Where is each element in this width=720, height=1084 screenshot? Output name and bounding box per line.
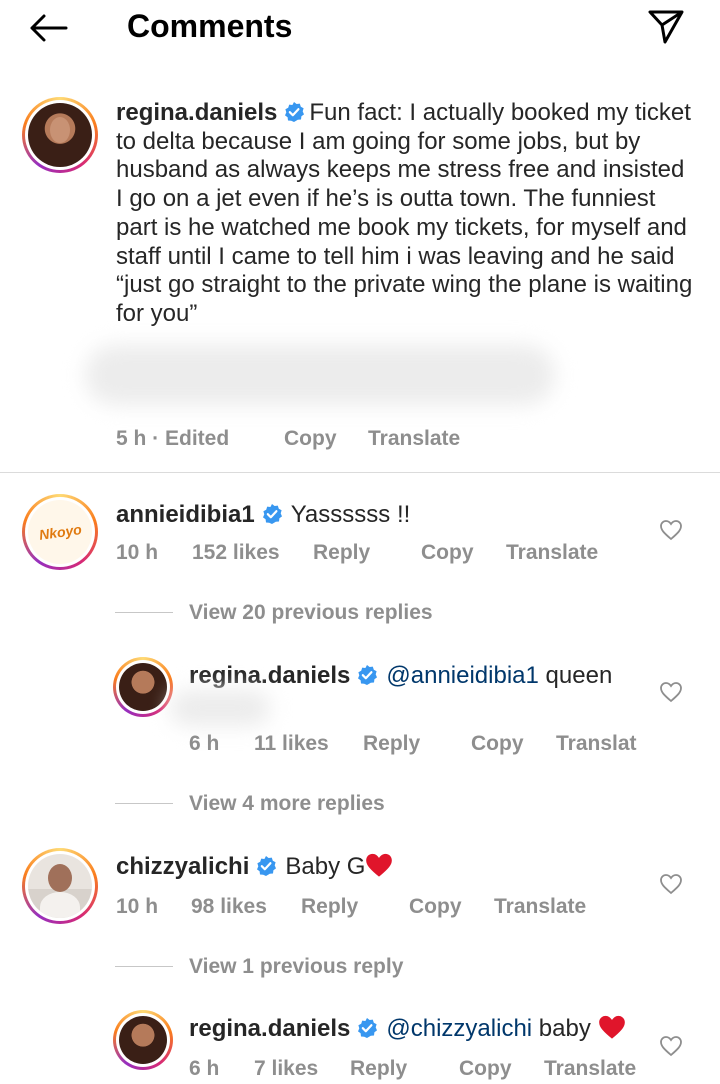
- reply-time: 6 h: [189, 732, 220, 755]
- view-replies-line: [115, 803, 173, 804]
- comment-username[interactable]: annieidibia1: [116, 501, 255, 528]
- reply-likes[interactable]: 7 likes: [254, 1057, 318, 1081]
- verified-badge-icon: [358, 1018, 378, 1038]
- caption-translate-button[interactable]: Translate: [368, 427, 460, 451]
- copy-button[interactable]: Copy: [459, 1057, 512, 1081]
- copy-button[interactable]: Copy: [409, 895, 462, 919]
- reply-username[interactable]: regina.daniels: [189, 1015, 350, 1042]
- comment-body: Baby G: [285, 853, 366, 880]
- comment-likes[interactable]: 152 likes: [192, 541, 280, 565]
- reply-body: baby: [538, 1015, 591, 1042]
- copy-button[interactable]: Copy: [471, 732, 524, 756]
- reply-button[interactable]: Reply: [313, 541, 370, 565]
- translate-button[interactable]: Translate: [544, 1057, 636, 1081]
- reply-button[interactable]: Reply: [301, 895, 358, 919]
- send-button[interactable]: [642, 2, 690, 50]
- comment-avatar[interactable]: [22, 848, 98, 924]
- translate-button[interactable]: Translat: [556, 732, 637, 756]
- comment-time: 10 h: [116, 895, 159, 918]
- send-icon: [648, 10, 684, 44]
- caption-avatar[interactable]: [22, 97, 98, 173]
- view-replies-line: [115, 966, 173, 967]
- divider: [0, 472, 720, 473]
- reply-avatar[interactable]: [113, 657, 173, 717]
- comment-text: annieidibia1 Yassssss !!: [116, 500, 410, 530]
- comment-username[interactable]: chizzyalichi: [116, 853, 249, 880]
- reply-avatar[interactable]: [113, 1010, 173, 1070]
- reply-time: 6 h: [189, 1057, 220, 1080]
- heart-icon[interactable]: [659, 872, 683, 896]
- heart-icon[interactable]: [659, 1034, 683, 1058]
- heart-icon[interactable]: [659, 518, 683, 542]
- caption-body: Fun fact: I actually booked my ticket to…: [116, 99, 693, 327]
- caption-username[interactable]: regina.daniels: [116, 99, 277, 126]
- heart-icon[interactable]: [659, 680, 683, 704]
- header-bar: Comments: [0, 0, 720, 56]
- page-title: Comments: [127, 8, 293, 44]
- redacted-area: [170, 690, 270, 726]
- view-replies-button[interactable]: View 20 previous replies: [189, 601, 433, 625]
- translate-button[interactable]: Translate: [506, 541, 598, 565]
- mention-link[interactable]: @annieidibia1: [386, 662, 538, 689]
- caption-copy-button[interactable]: Copy: [284, 427, 337, 451]
- caption-text: regina.daniels Fun fact: I actually booke…: [116, 99, 696, 329]
- verified-badge-icon: [262, 504, 282, 524]
- verified-badge-icon: [358, 665, 378, 685]
- reply-button[interactable]: Reply: [350, 1057, 407, 1081]
- red-heart-emoji-icon: [598, 1015, 625, 1039]
- reply-likes[interactable]: 11 likes: [254, 732, 329, 756]
- redacted-area: [85, 345, 555, 405]
- comment-time: 10 h: [116, 541, 159, 564]
- verified-badge-icon: [257, 856, 277, 876]
- back-button[interactable]: [24, 6, 72, 50]
- reply-body: queen: [545, 662, 613, 689]
- reply-text: regina.daniels @chizzyalichi baby: [189, 1014, 626, 1044]
- view-replies-button[interactable]: View 1 previous reply: [189, 955, 403, 979]
- translate-button[interactable]: Translate: [494, 895, 586, 919]
- view-replies-line: [115, 612, 173, 613]
- verified-badge-icon: [285, 102, 305, 122]
- comment-avatar[interactable]: Nkoyo: [22, 494, 98, 570]
- red-heart-emoji-icon: [366, 853, 393, 877]
- reply-button[interactable]: Reply: [363, 732, 420, 756]
- back-arrow-icon: [30, 14, 68, 42]
- view-replies-button[interactable]: View 4 more replies: [189, 792, 385, 816]
- mention-link[interactable]: @chizzyalichi: [386, 1015, 532, 1042]
- copy-button[interactable]: Copy: [421, 541, 474, 565]
- avatar-logo-text: Nkoyo: [37, 521, 83, 543]
- comment-text: chizzyalichi Baby G: [116, 852, 393, 882]
- comment-likes[interactable]: 98 likes: [191, 895, 267, 919]
- caption-time: 5 h · Edited: [116, 427, 230, 450]
- comment-body: Yassssss !!: [290, 501, 411, 528]
- reply-text: regina.daniels @annieidibia1 queen: [189, 661, 612, 691]
- reply-username[interactable]: regina.daniels: [189, 662, 350, 689]
